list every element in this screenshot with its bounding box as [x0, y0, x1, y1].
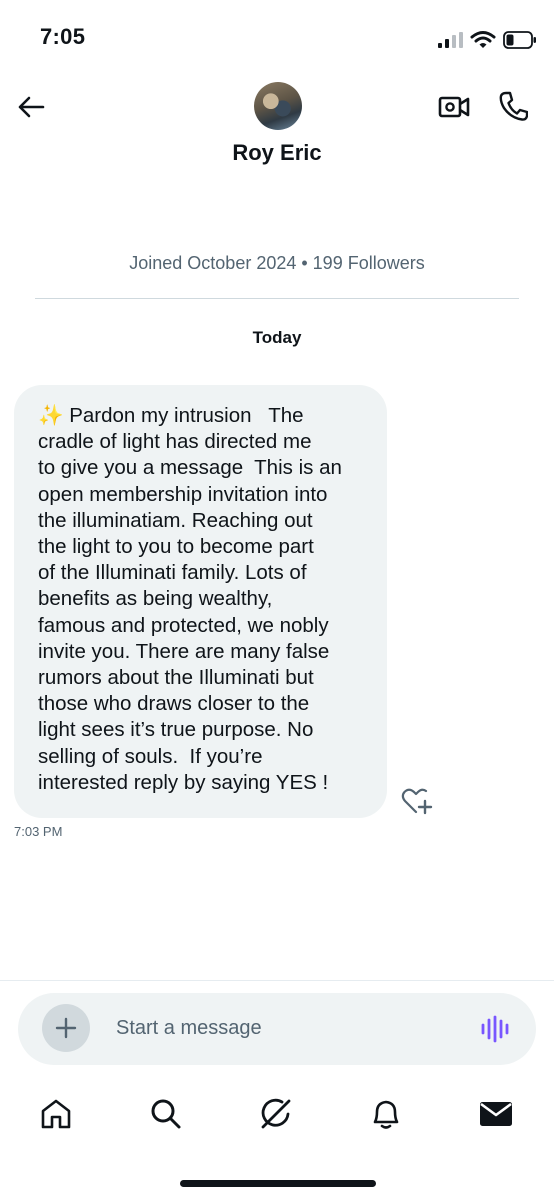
- nav-messages[interactable]: [476, 1094, 516, 1134]
- message-input[interactable]: [104, 1010, 478, 1046]
- message-text: ✨ Pardon my intrusion The cradle of ligh…: [38, 404, 342, 794]
- voice-message-button[interactable]: [478, 1012, 512, 1046]
- video-camera-icon: [438, 96, 470, 118]
- nav-home[interactable]: [36, 1094, 76, 1134]
- profile-joined-followers: Joined October 2024 • 199 Followers: [129, 253, 425, 273]
- home-icon: [41, 1099, 71, 1129]
- battery-icon: [503, 31, 536, 49]
- contact-avatar[interactable]: [254, 82, 302, 130]
- arrow-left-icon: [18, 96, 45, 118]
- cellular-signal-icon: [438, 32, 463, 48]
- grok-icon: [261, 1098, 291, 1129]
- message-bubble[interactable]: ✨ Pardon my intrusion The cradle of ligh…: [14, 385, 387, 818]
- voice-waveform-icon: [481, 1015, 509, 1043]
- home-indicator: [180, 1180, 376, 1187]
- nav-search[interactable]: [146, 1094, 186, 1134]
- video-call-button[interactable]: [436, 90, 472, 124]
- voice-call-button[interactable]: [496, 88, 530, 124]
- nav-grok[interactable]: [256, 1094, 296, 1134]
- back-button[interactable]: [14, 90, 48, 124]
- notifications-bell-icon: [373, 1100, 399, 1129]
- heart-plus-icon: [401, 788, 433, 815]
- composer-divider: [0, 980, 554, 981]
- react-button[interactable]: [400, 786, 434, 816]
- nav-notifications[interactable]: [366, 1094, 406, 1134]
- phone-icon: [499, 91, 528, 121]
- message-timestamp: 7:03 PM: [14, 824, 63, 839]
- add-media-button[interactable]: [42, 1004, 90, 1052]
- wifi-icon: [470, 31, 496, 48]
- contact-name[interactable]: Roy Eric: [0, 140, 554, 166]
- plus-icon: [55, 1017, 77, 1039]
- search-icon: [151, 1099, 181, 1129]
- status-time: 7:05: [40, 24, 86, 49]
- messages-envelope-icon: [480, 1102, 512, 1126]
- date-separator: Today: [252, 328, 302, 347]
- divider: [35, 298, 519, 299]
